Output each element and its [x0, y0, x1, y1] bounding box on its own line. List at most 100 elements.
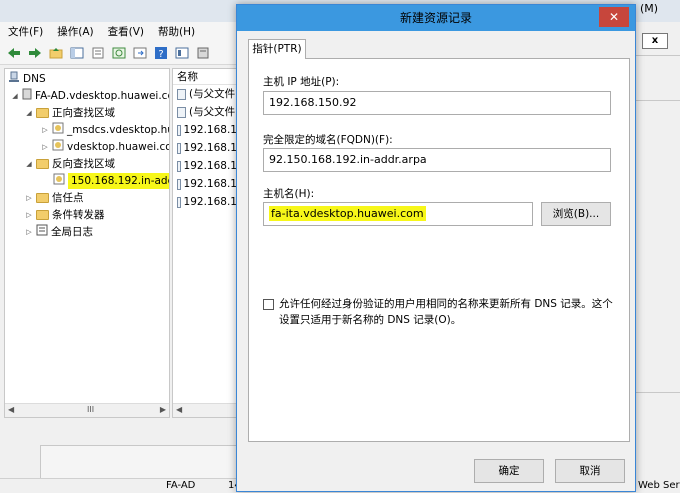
folder-icon	[36, 193, 49, 203]
scroll-left-icon[interactable]: ◀	[8, 405, 14, 414]
close-button[interactable]: ✕	[599, 7, 629, 27]
folder-icon	[36, 159, 49, 169]
view-icon[interactable]	[173, 44, 191, 62]
tree-node-trust-points[interactable]: ▷ 信任点	[25, 190, 83, 206]
help-icon[interactable]: ?	[152, 44, 170, 62]
zone-icon	[52, 139, 64, 156]
menu-file[interactable]: 文件(F)	[8, 24, 43, 39]
export-icon[interactable]	[131, 44, 149, 62]
collapse-icon[interactable]: ◢	[11, 88, 19, 104]
record-icon	[177, 160, 181, 172]
tree-node-reverse-zone-selected[interactable]: 150.168.192.in-add	[53, 173, 169, 190]
tree-node-forward-zones[interactable]: ◢ 正向查找区域	[25, 105, 115, 121]
server-icon[interactable]	[194, 44, 212, 62]
background-window-label: (M)	[640, 2, 659, 15]
record-icon	[177, 178, 181, 190]
tree-node-conditional-forwarders[interactable]: ▷ 条件转发器	[25, 207, 105, 223]
properties-icon[interactable]	[89, 44, 107, 62]
divider	[636, 100, 680, 101]
menu-help[interactable]: 帮助(H)	[158, 24, 195, 39]
record-icon	[177, 88, 186, 100]
scroll-right-icon[interactable]: ▶	[160, 405, 166, 414]
collapse-icon[interactable]: ◢	[25, 105, 33, 121]
menu-action[interactable]: 操作(A)	[57, 24, 93, 39]
hostname-label: 主机名(H):	[263, 188, 315, 200]
refresh-icon[interactable]	[110, 44, 128, 62]
dialog-title: 新建资源记录	[399, 11, 472, 25]
tree-node-server[interactable]: ◢ FA-AD.vdesktop.huawei.cc	[11, 88, 169, 105]
divider	[636, 392, 680, 393]
list-horizontal-scrollbar[interactable]: ◀	[173, 403, 237, 417]
collapse-icon[interactable]: ◢	[25, 156, 33, 172]
expand-icon[interactable]: ▷	[25, 190, 33, 206]
tree-label: DNS	[23, 73, 46, 85]
tree-label: 全局日志	[51, 226, 93, 238]
ok-button[interactable]: 确定	[474, 459, 544, 483]
background-window-right: (M) x Web Ser	[636, 0, 680, 493]
allow-update-checkbox[interactable]	[263, 299, 274, 310]
record-name: 192.168.1	[183, 178, 237, 190]
record-icon	[177, 142, 181, 154]
server-icon	[22, 88, 32, 105]
tab-panel	[248, 58, 630, 442]
hostname-field[interactable]: fa-ita.vdesktop.huawei.com	[263, 202, 533, 226]
browse-button[interactable]: 浏览(B)...	[541, 202, 611, 226]
expand-icon[interactable]: ▷	[41, 122, 49, 138]
allow-update-label: 允许任何经过身份验证的用户用相同的名称来更新所有 DNS 记录。这个设置只适用于…	[279, 298, 613, 326]
scroll-left-icon[interactable]: ◀	[176, 405, 182, 414]
up-folder-icon[interactable]	[47, 44, 65, 62]
records-list: 名称 (与父文件 (与父文件 192.168.1 192.168.1 192.1…	[172, 68, 238, 418]
status-server: FA-AD	[166, 480, 196, 491]
list-item[interactable]: 192.168.1	[173, 139, 237, 157]
show-tree-icon[interactable]	[68, 44, 86, 62]
record-icon	[177, 124, 181, 136]
tree-label: vdesktop.huawei.co	[67, 141, 170, 153]
expand-icon[interactable]: ▷	[41, 139, 49, 155]
back-icon[interactable]	[5, 44, 23, 62]
close-icon[interactable]: x	[642, 33, 668, 49]
tree-label: 正向查找区域	[52, 107, 115, 119]
expand-icon[interactable]: ▷	[25, 207, 33, 223]
zone-icon	[53, 173, 65, 190]
host-ip-field[interactable]: 192.168.150.92	[263, 91, 611, 115]
record-name: 192.168.1	[183, 160, 237, 172]
fqdn-field[interactable]: 92.150.168.192.in-addr.arpa	[263, 148, 611, 172]
fqdn-label: 完全限定的域名(FQDN)(F):	[263, 134, 393, 146]
dns-icon	[8, 71, 20, 88]
list-item[interactable]: 192.168.1	[173, 157, 237, 175]
record-name: (与父文件	[189, 88, 236, 100]
tree-node-vdesktop[interactable]: ▷ vdesktop.huawei.co	[41, 139, 170, 156]
record-name: 192.168.1	[183, 196, 237, 208]
tree-label: 条件转发器	[52, 209, 105, 221]
folder-icon	[36, 210, 49, 220]
tree-node-dns[interactable]: DNS	[8, 71, 46, 87]
list-item[interactable]: (与父文件	[173, 103, 237, 121]
divider	[636, 55, 680, 56]
forward-icon[interactable]	[26, 44, 44, 62]
host-ip-label: 主机 IP 地址(P):	[263, 76, 340, 88]
expand-icon[interactable]: ▷	[25, 224, 33, 240]
tree-node-global-logs[interactable]: ▷ 全局日志	[25, 224, 93, 240]
list-item[interactable]: 192.168.1	[173, 121, 237, 139]
record-icon	[177, 196, 181, 208]
record-name: 192.168.1	[183, 142, 237, 154]
scroll-thumb[interactable]: III	[87, 405, 94, 414]
list-item[interactable]: (与父文件	[173, 85, 237, 103]
record-name: 192.168.1	[183, 124, 237, 136]
folder-icon	[36, 108, 49, 118]
tree-node-msdcs[interactable]: ▷ _msdcs.vdesktop.hu	[41, 122, 169, 139]
column-header-name[interactable]: 名称	[173, 69, 237, 85]
tree-label: 150.168.192.in-add	[68, 173, 169, 189]
list-item[interactable]: 192.168.1	[173, 175, 237, 193]
svg-text:?: ?	[158, 49, 163, 59]
record-icon	[177, 106, 186, 118]
tab-ptr[interactable]: 指针(PTR)	[248, 39, 306, 59]
cancel-button[interactable]: 取消	[555, 459, 625, 483]
menu-view[interactable]: 查看(V)	[108, 24, 144, 39]
tree-node-reverse-zones[interactable]: ◢ 反向查找区域	[25, 156, 115, 172]
zone-icon	[52, 122, 64, 139]
log-icon	[36, 224, 48, 241]
list-item[interactable]: 192.168.1	[173, 193, 237, 211]
toolbar: ?	[0, 41, 240, 65]
tree-horizontal-scrollbar[interactable]: ◀ III ▶	[5, 403, 169, 417]
